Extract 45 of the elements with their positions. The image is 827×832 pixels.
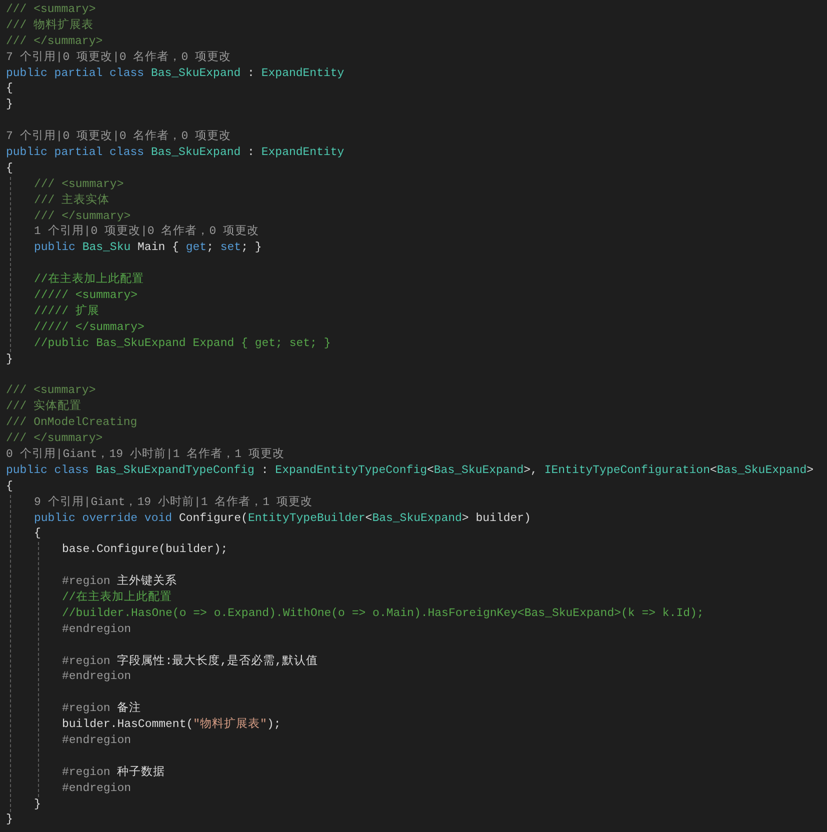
code-line: {	[6, 81, 14, 98]
code-line: }	[34, 796, 42, 812]
code-comment: //public Bas_SkuExpand Expand { get; set; }	[34, 336, 332, 352]
code-line: public override void Configure(EntityTypeBuilder<Bas_SkuExpand> builder)	[34, 510, 532, 526]
code-line: }	[6, 352, 14, 368]
doc-comment: /// </summary>	[6, 34, 104, 50]
doc-comment: /// 物料扩展表	[6, 18, 95, 34]
region-directive: #endregion	[62, 622, 132, 638]
doc-comment: /// <summary>	[6, 383, 97, 399]
doc-comment: /// </summary>	[34, 208, 132, 224]
code-line: builder.HasComment("物料扩展表");	[62, 717, 282, 733]
codelens-info[interactable]: 7 个引用|0 项更改|0 名作者，0 项更改	[6, 50, 827, 66]
doc-comment: /// OnModelCreating	[6, 415, 138, 432]
code-line: public Bas_Sku Main { get; set; }	[34, 240, 263, 256]
doc-comment: /// <summary>	[34, 176, 125, 193]
region-directive: #region 种子数据	[62, 764, 166, 781]
code-line: {	[6, 160, 14, 177]
region-directive: #region 字段属性:最大长度,是否必需,默认值	[62, 654, 319, 670]
region-directive: #region 备注	[62, 701, 142, 718]
region-directive: #endregion	[62, 732, 132, 749]
doc-comment: /// 主表实体	[34, 192, 111, 209]
code-comment: //builder.HasOne(o => o.Expand).WithOne(o => o.Main).HasForeignKey<Bas_SkuExpand>(k => k.Id);	[62, 606, 705, 622]
code-line: }	[6, 97, 14, 114]
codelens-info[interactable]: 9 个引用|Giant，19 小时前|1 名作者，1 项更改	[34, 494, 827, 510]
codelens-info[interactable]: 7 个引用|0 项更改|0 名作者，0 项更改	[6, 129, 827, 146]
doc-comment: /// <summary>	[6, 2, 97, 18]
region-directive: #endregion	[62, 780, 132, 797]
code-comment: ///// <summary>	[34, 288, 139, 304]
code-comment: ///// 扩展	[34, 304, 100, 320]
code-line: {	[6, 478, 14, 495]
code-line: public partial class Bas_SkuExpand : ExpandEntity	[6, 145, 346, 161]
code-line: }	[6, 812, 14, 828]
code-line: base.Configure(builder);	[62, 542, 229, 558]
code-comment: //在主表加上此配置	[62, 590, 173, 606]
code-line: public partial class Bas_SkuExpand : ExpandEntity	[6, 66, 346, 82]
doc-comment: /// </summary>	[6, 431, 104, 447]
code-comment: ///// </summary>	[34, 320, 146, 336]
doc-comment: /// 实体配置	[6, 399, 83, 416]
region-directive: #region 主外键关系	[62, 574, 178, 590]
code-comment: //在主表加上此配置	[34, 272, 145, 288]
region-directive: #endregion	[62, 669, 132, 686]
code-line: public class Bas_SkuExpandTypeConfig : ExpandEntityTypeConfig<Bas_SkuExpand>, IEntityTypeConfiguration<Bas_SkuExpand>	[6, 462, 815, 479]
codelens-info[interactable]: 0 个引用|Giant，19 小时前|1 名作者，1 项更改	[6, 446, 827, 463]
code-line: {	[34, 526, 42, 542]
codelens-info[interactable]: 1 个引用|0 项更改|0 名作者，0 项更改	[34, 224, 827, 240]
